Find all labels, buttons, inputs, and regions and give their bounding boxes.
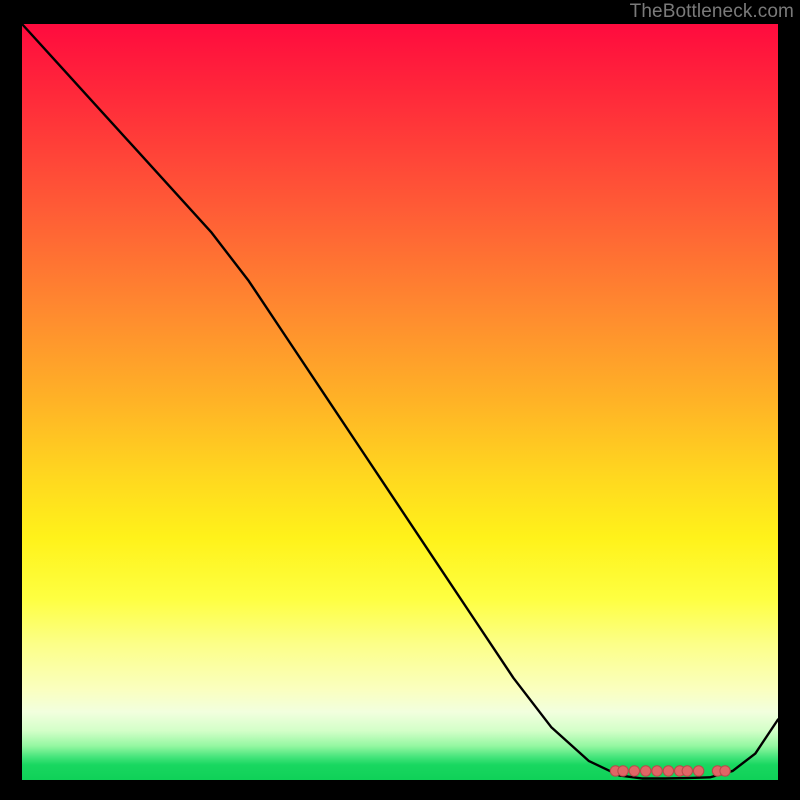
stage: TheBottleneck.com [0,0,800,800]
chart-overlay [22,24,778,780]
marker-dot [693,766,703,776]
watermark-text: TheBottleneck.com [630,1,794,23]
marker-dot [618,766,628,776]
marker-dot [629,766,639,776]
markers-group [610,766,730,776]
marker-dot [652,766,662,776]
marker-dot [720,766,730,776]
marker-dot [641,766,651,776]
series-line [22,24,778,778]
plot-area [22,24,778,780]
marker-dot [663,766,673,776]
marker-dot [682,766,692,776]
